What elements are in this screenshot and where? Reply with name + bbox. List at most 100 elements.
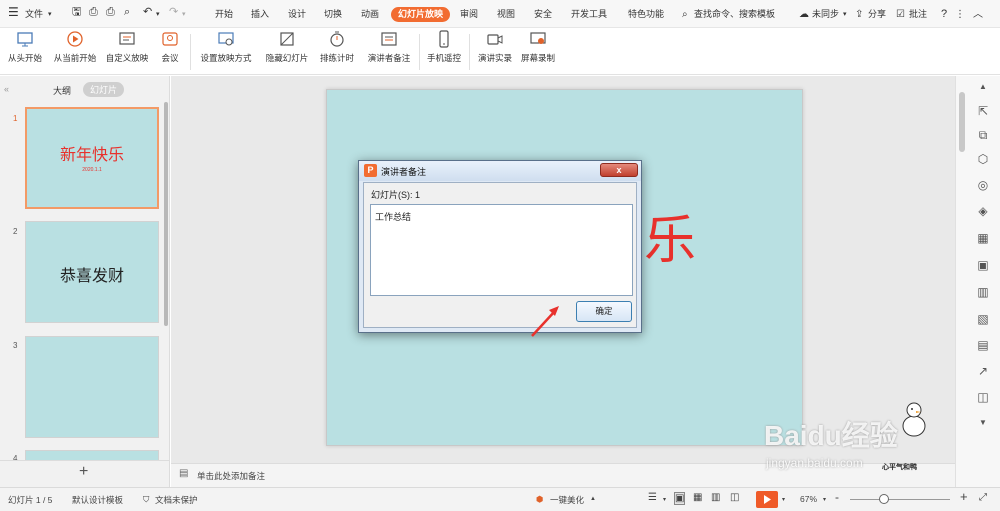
- slide-title-text[interactable]: 乐: [644, 198, 696, 273]
- scroll-up-icon[interactable]: ▲: [976, 80, 990, 94]
- preview-icon[interactable]: ⌕: [124, 5, 130, 20]
- video-camera-icon: [487, 34, 503, 45]
- dialog-title-bar[interactable]: P 演讲者备注 x: [359, 161, 641, 181]
- zoom-dropdown-icon[interactable]: ▾: [823, 496, 826, 503]
- close-button[interactable]: x: [600, 163, 638, 177]
- zoom-slider-track[interactable]: [850, 499, 950, 500]
- table-icon[interactable]: ▦: [976, 231, 990, 245]
- save-icon[interactable]: 🖫: [72, 5, 81, 20]
- play-slideshow-button[interactable]: [756, 491, 778, 508]
- tab-security[interactable]: 安全: [534, 7, 552, 22]
- duck-mascot-icon: [902, 402, 926, 437]
- shapes-icon[interactable]: ⬡: [976, 152, 990, 166]
- zoom-in-button[interactable]: +: [960, 489, 968, 504]
- fit-window-icon[interactable]: ⤢: [979, 492, 987, 503]
- sync-status[interactable]: 未同步: [812, 7, 839, 22]
- panel-scrollbar[interactable]: [164, 102, 168, 326]
- tab-developer[interactable]: 开发工具: [571, 7, 607, 22]
- beautify-dropdown-icon[interactable]: ▲: [590, 496, 596, 502]
- chevron-down-icon[interactable]: ▾: [48, 7, 52, 22]
- command-search[interactable]: 查找命令、搜索模板: [694, 7, 775, 22]
- rehearse-timing-button[interactable]: 排练计时: [315, 30, 359, 72]
- play-from-start-button[interactable]: 从头开始: [4, 30, 46, 72]
- setup-show-button[interactable]: 设置放映方式: [195, 30, 257, 72]
- box-icon[interactable]: ◫: [976, 390, 990, 404]
- redo-icon[interactable]: ↷: [169, 5, 178, 20]
- export-icon[interactable]: ⎙: [89, 5, 98, 20]
- slide-thumbnail-4[interactable]: [25, 450, 159, 460]
- ribbon-divider: [190, 34, 191, 70]
- add-slide-area: +: [0, 460, 169, 487]
- notes-placeholder[interactable]: 单击此处添加备注: [197, 470, 265, 482]
- tab-features[interactable]: 特色功能: [628, 7, 670, 22]
- custom-show-button[interactable]: 自定义放映: [103, 30, 151, 72]
- view-dropdown-icon[interactable]: ▾: [663, 496, 666, 503]
- grid-icon[interactable]: ▣: [976, 258, 990, 272]
- zoom-level[interactable]: 67%: [800, 494, 817, 504]
- scroll-down-icon[interactable]: ▼: [976, 416, 990, 430]
- tab-insert[interactable]: 插入: [251, 7, 269, 22]
- canvas-scrollbar[interactable]: [959, 92, 965, 152]
- tab-view[interactable]: 视图: [497, 7, 515, 22]
- file-menu[interactable]: 文件: [25, 7, 43, 22]
- more-icon[interactable]: ⋮: [955, 7, 965, 22]
- share-button[interactable]: 分享: [868, 7, 886, 22]
- tab-home[interactable]: 开始: [215, 7, 233, 22]
- redo-dropdown-icon[interactable]: ▾: [182, 7, 186, 22]
- play-from-current-button[interactable]: 从当前开始: [52, 30, 98, 72]
- undo-icon[interactable]: ↶: [143, 5, 152, 20]
- slide-thumbnail-2[interactable]: 恭喜发财: [25, 221, 159, 323]
- tab-review[interactable]: 审阅: [460, 7, 478, 22]
- slide-thumbnail-1[interactable]: 新年快乐 2020.1.1: [25, 107, 159, 209]
- meeting-icon: [162, 32, 178, 46]
- meeting-button[interactable]: 会议: [155, 30, 185, 72]
- ok-button[interactable]: 确定: [576, 301, 632, 322]
- copy-icon[interactable]: ⧉: [976, 128, 990, 142]
- help-button[interactable]: ?: [941, 7, 947, 22]
- zoom-slider-thumb[interactable]: [879, 494, 889, 504]
- tab-design[interactable]: 设计: [288, 7, 306, 22]
- speaker-notes-button[interactable]: 演讲者备注: [364, 30, 414, 72]
- phone-remote-button[interactable]: 手机遥控: [424, 30, 464, 72]
- protection-status[interactable]: 文档未保护: [155, 494, 198, 506]
- tab-transition[interactable]: 切换: [324, 7, 342, 22]
- chart-icon[interactable]: ▥: [976, 285, 990, 299]
- location-icon[interactable]: ◎: [976, 178, 990, 192]
- search-icon: ⌕: [682, 9, 688, 20]
- layout-icon[interactable]: ▧: [976, 312, 990, 326]
- thumb-title: 恭喜发财: [59, 268, 124, 285]
- beautify-button[interactable]: 一键美化: [550, 494, 584, 506]
- notes-textarea[interactable]: 工作总结: [370, 204, 633, 296]
- normal-view-icon[interactable]: ▣: [674, 492, 686, 505]
- add-slide-button[interactable]: +: [79, 463, 88, 481]
- object-select-icon[interactable]: ⇱: [976, 104, 990, 118]
- comment-button[interactable]: 批注: [909, 7, 927, 22]
- document-icon[interactable]: ▤: [976, 338, 990, 352]
- tab-animation[interactable]: 动画: [361, 7, 379, 22]
- screen-record-button[interactable]: 屏幕录制: [518, 30, 558, 72]
- undo-dropdown-icon[interactable]: ▾: [156, 7, 160, 22]
- ribbon-toolbar: 从头开始 从当前开始 自定义放映 会议 设置放映方式 隐藏幻灯片 排练计时 演讲…: [0, 28, 1000, 75]
- fill-icon[interactable]: ◈: [976, 204, 990, 218]
- tab-slides[interactable]: 幻灯片: [83, 82, 125, 97]
- play-dropdown-icon[interactable]: ▾: [782, 496, 785, 503]
- watermark-stamp: 心平气和鸭: [882, 464, 917, 471]
- reading-view-icon[interactable]: ▥: [711, 492, 720, 503]
- share-pane-icon[interactable]: ↗: [976, 364, 990, 378]
- slide-thumbnail-3[interactable]: [25, 336, 159, 438]
- menu-icon[interactable]: ☰: [8, 5, 19, 20]
- notes-view-icon[interactable]: ☰: [648, 492, 657, 503]
- collapse-ribbon-icon[interactable]: ︿: [973, 7, 983, 22]
- fit-icon[interactable]: ◫: [730, 492, 739, 503]
- design-template[interactable]: 默认设计模板: [72, 494, 123, 506]
- sync-dropdown-icon[interactable]: ▾: [843, 7, 847, 22]
- print-icon[interactable]: ⎙: [106, 5, 115, 20]
- record-speech-button[interactable]: 演讲实录: [474, 30, 516, 72]
- zoom-out-button[interactable]: -: [835, 490, 839, 504]
- sorter-view-icon[interactable]: ▦: [693, 492, 702, 503]
- hide-slide-button[interactable]: 隐藏幻灯片: [264, 30, 310, 72]
- notes-icon: ▤: [179, 468, 189, 479]
- collapse-panel-icon[interactable]: «: [4, 84, 9, 94]
- tab-outline[interactable]: 大纲: [53, 84, 71, 97]
- tab-slideshow[interactable]: 幻灯片放映: [391, 7, 451, 22]
